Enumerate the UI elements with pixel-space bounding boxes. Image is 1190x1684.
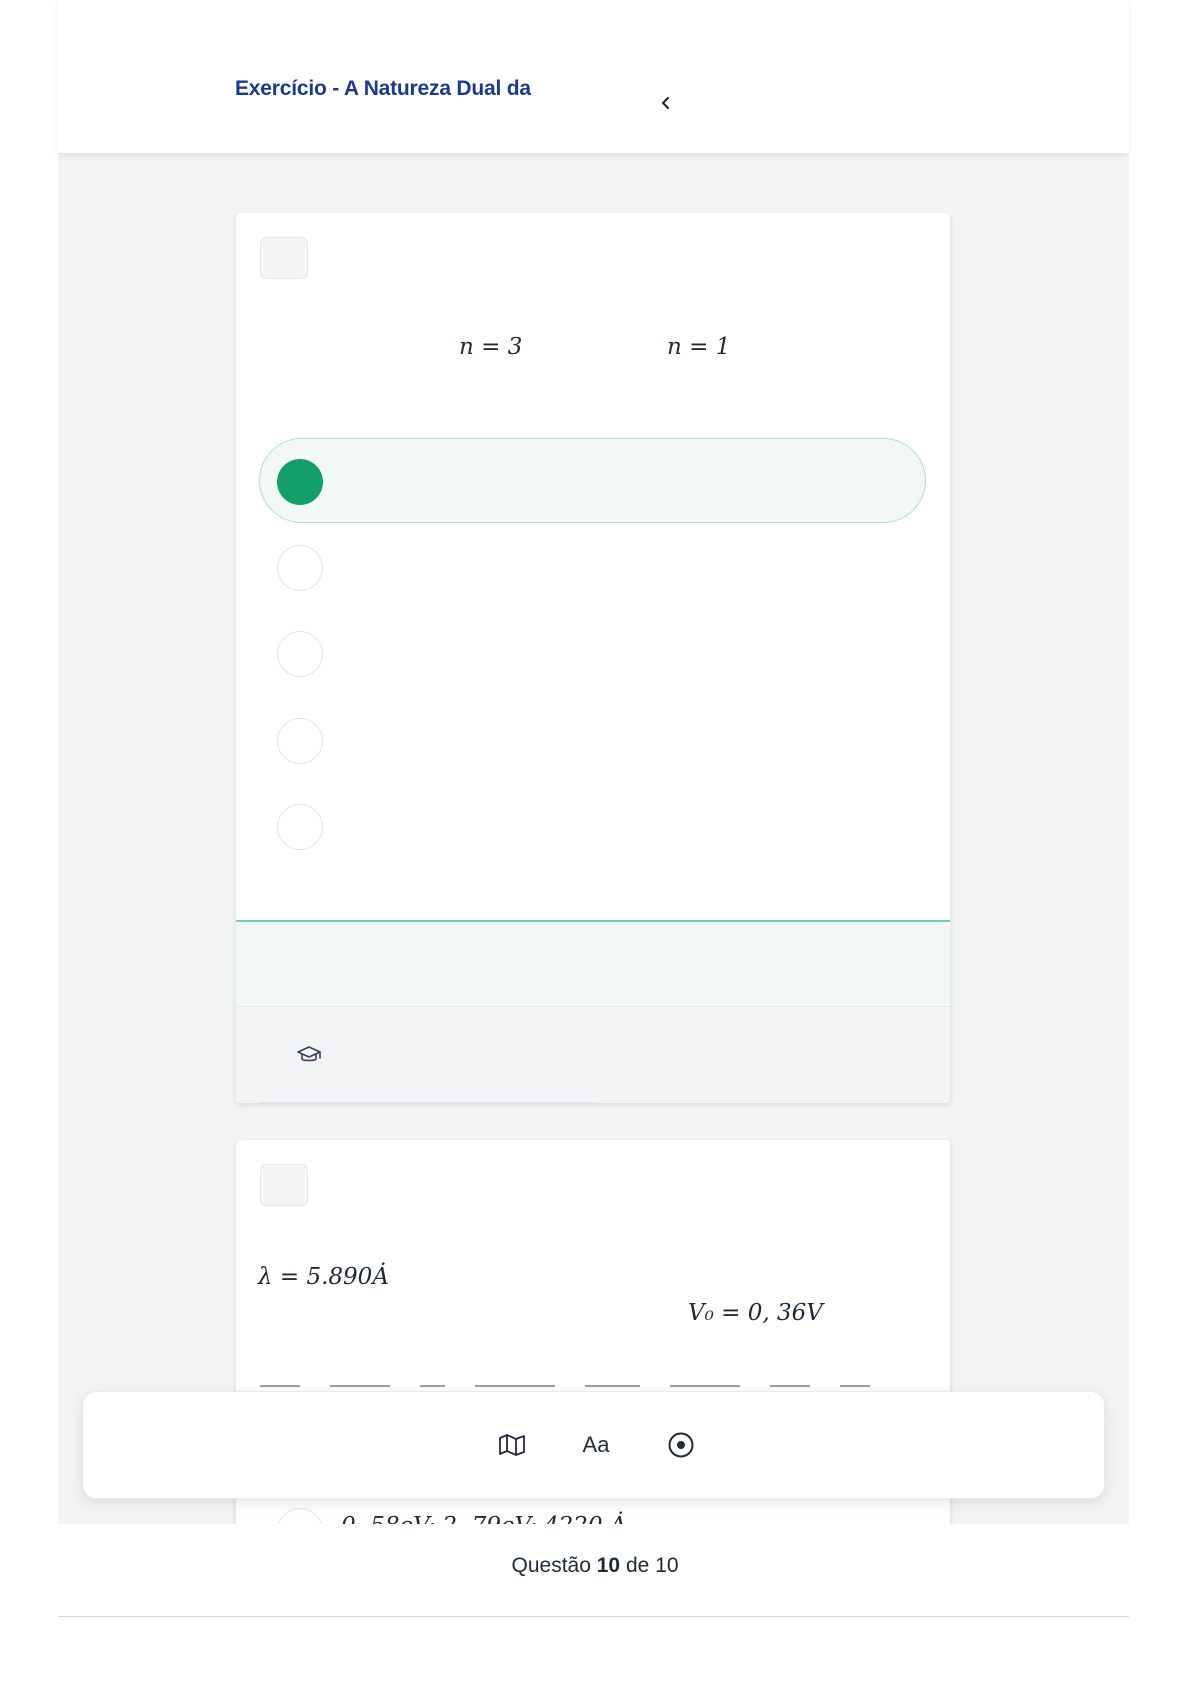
radio-option-3[interactable] [277,631,323,677]
question-card: n = 3 n = 1 [236,213,950,1103]
answer-option-selected[interactable] [259,438,926,523]
formula-n1: n = 1 [667,334,731,360]
font-size-button[interactable]: Aa [576,1427,616,1463]
radio-option-2[interactable] [277,545,323,591]
radio-option-5[interactable] [277,804,323,850]
formula-lambda: λ = 5.890Ȧ [258,1264,389,1290]
chevron-left-icon [662,97,669,109]
top-header: Exercício - A Natureza Dual da [58,0,1129,153]
explanation-divider [260,1102,593,1103]
question-number-badge [260,237,308,279]
formula-v0: V₀ = 0, 36V [688,1300,823,1326]
answer-feedback [236,920,950,1007]
question-number-badge [260,1164,308,1206]
questions-area: n = 3 n = 1 λ = 5.890Ȧ V₀ = 0, 36V A 0, … [58,153,1129,1524]
counter-prefix: Questão [511,1554,591,1577]
floating-toolbar: Aa [82,1391,1105,1499]
question-counter: Questão 10 de 10 [0,1554,1190,1578]
option-letter-a[interactable]: A [277,1508,323,1524]
footer-divider [58,1616,1129,1617]
counter-current: 10 [596,1554,621,1577]
explanation-section[interactable] [236,1006,950,1103]
radio-option-4[interactable] [277,718,323,764]
page-title: Exercício - A Natureza Dual da [235,77,531,100]
counter-middle: de [625,1554,650,1577]
radio-selected[interactable] [277,459,323,505]
graduation-cap-icon [297,1046,321,1062]
map-button[interactable] [494,1427,530,1463]
option-a-text: 0, 58eV; 2, 79eV; 4220 Ȧ [341,1513,626,1524]
back-button[interactable] [651,88,681,118]
map-icon [499,1434,525,1456]
formula-n3: n = 3 [459,334,523,360]
focus-mode-button[interactable] [663,1427,699,1463]
counter-total: 10 [655,1554,679,1577]
target-icon [668,1432,694,1458]
